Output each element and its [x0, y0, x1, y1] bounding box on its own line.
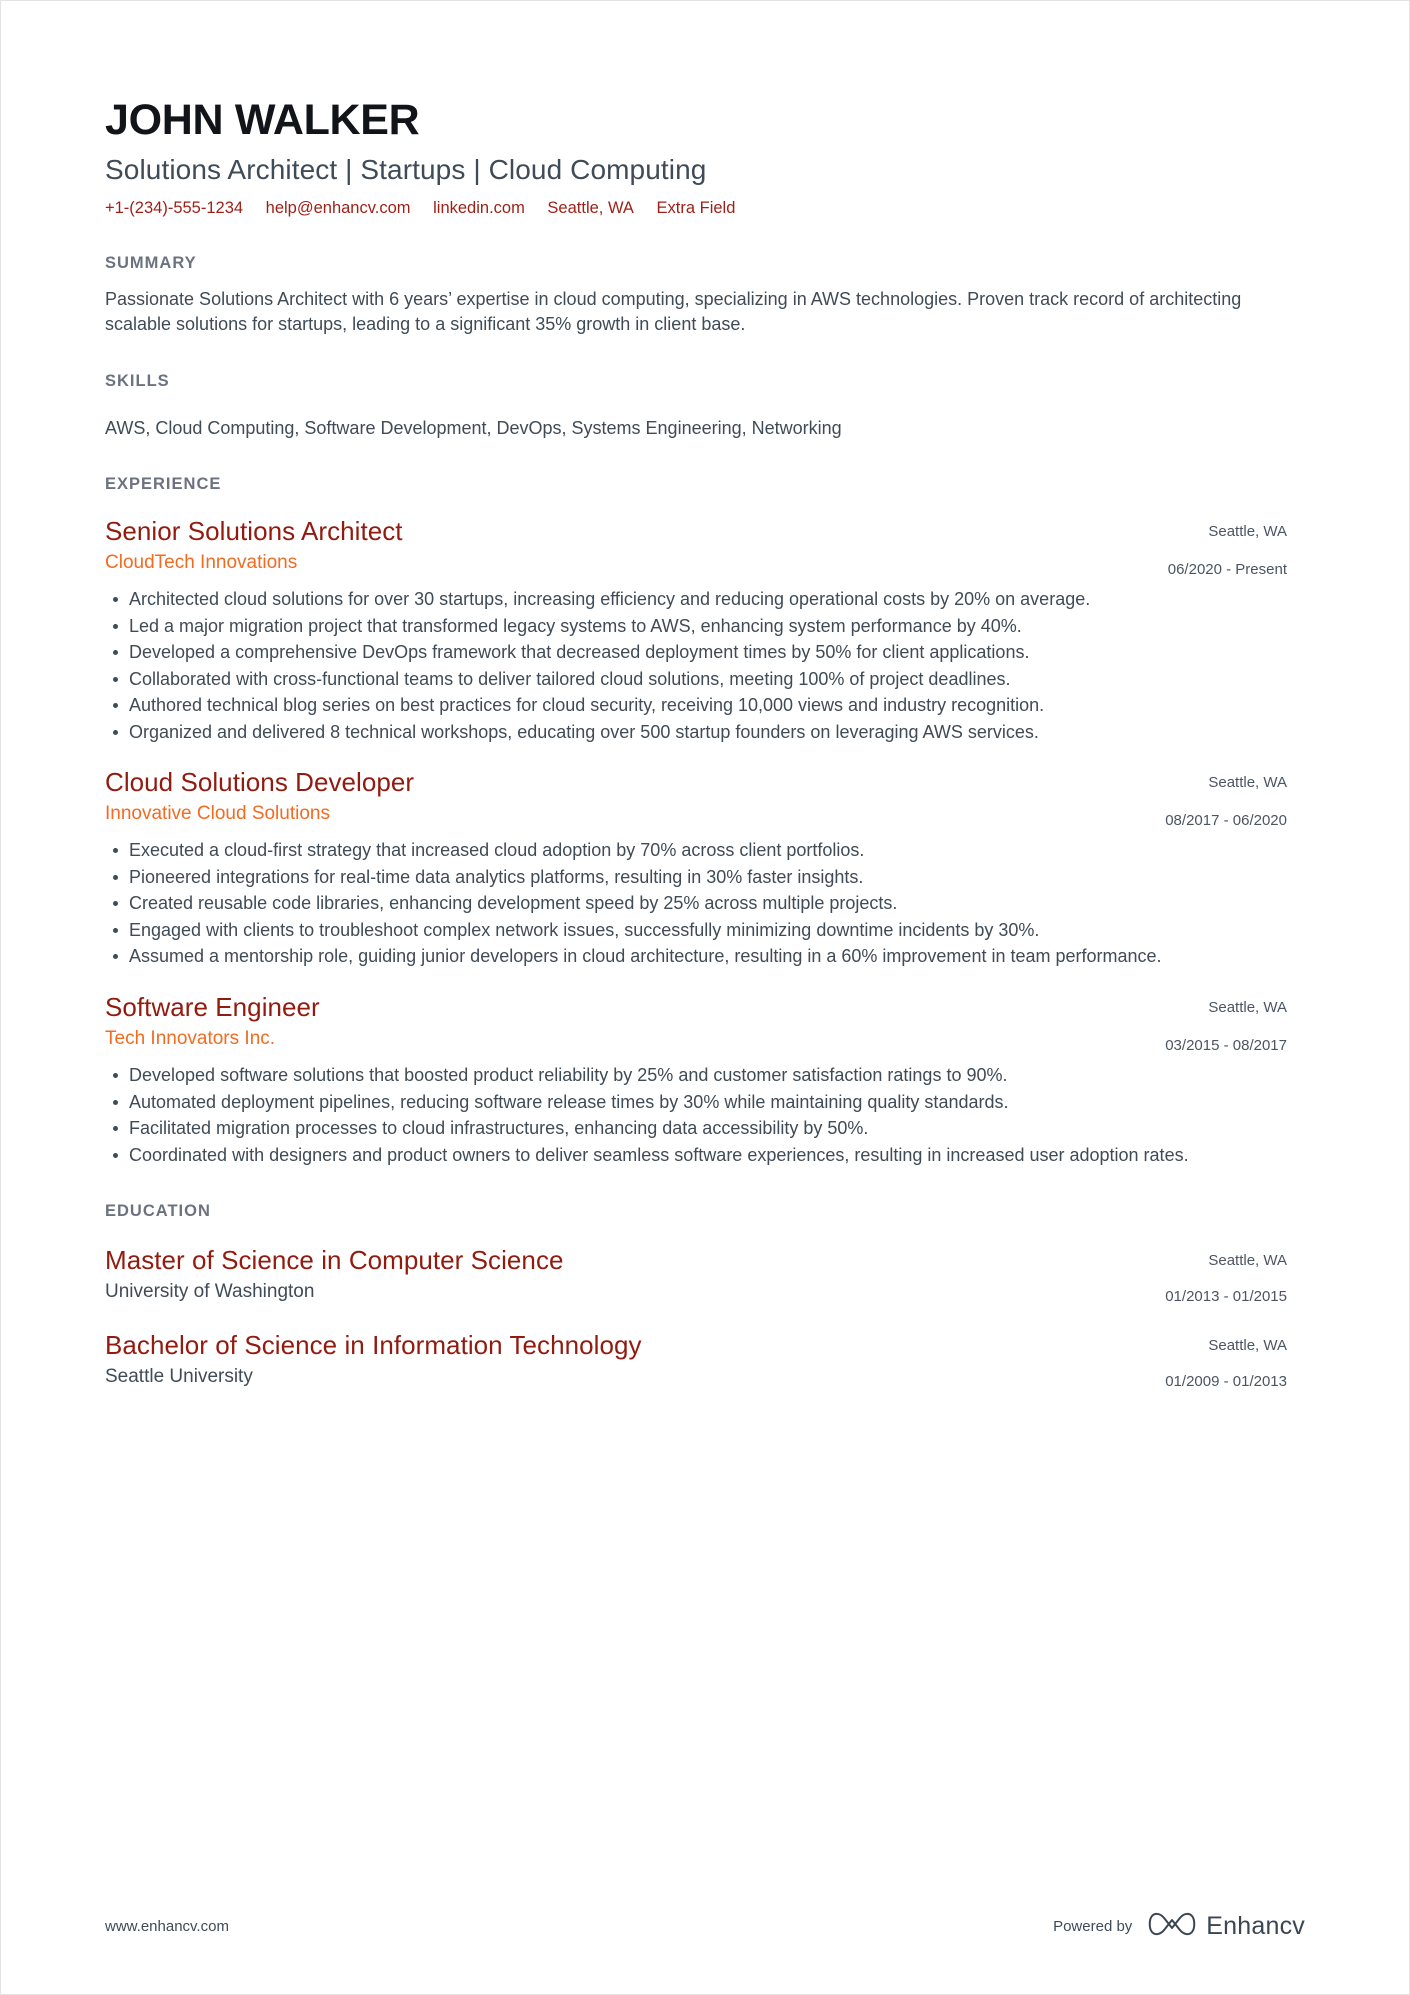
company-name: CloudTech Innovations — [105, 551, 298, 573]
skills-list: AWS, Cloud Computing, Software Developme… — [105, 417, 842, 438]
powered-by-label: Powered by — [1053, 1918, 1133, 1935]
degree-title: Bachelor of Science in Information Techn… — [105, 1330, 642, 1361]
experience-entry-meta: Seattle, WA 03/2015 - 08/2017 — [1141, 992, 1287, 1055]
contact-location: Seattle, WA — [547, 198, 634, 217]
school-location: Seattle, WA — [1208, 1337, 1287, 1355]
job-bullet: Organized and delivered 8 technical work… — [105, 720, 1287, 746]
job-title: Software Engineer — [105, 992, 320, 1023]
education-entry-meta: Seattle, WA 01/2013 - 01/2015 — [1141, 1245, 1287, 1306]
section-skills: SKILLS AWS, Cloud Computing, Software De… — [105, 372, 1287, 441]
contact-linkedin[interactable]: linkedin.com — [433, 197, 525, 220]
education-entry: Bachelor of Science in Information Techn… — [105, 1330, 1287, 1391]
job-title: Senior Solutions Architect — [105, 516, 403, 547]
job-location: Seattle, WA — [1208, 999, 1287, 1017]
job-bullet: Architected cloud solutions for over 30 … — [105, 587, 1287, 613]
education-entry-head: Master of Science in Computer Science Un… — [105, 1245, 1287, 1306]
experience-entry-left: Senior Solutions Architect CloudTech Inn… — [105, 516, 1144, 574]
job-location: Seattle, WA — [1208, 774, 1287, 792]
job-bullet: Facilitated migration processes to cloud… — [105, 1116, 1287, 1142]
experience-entry-head: Senior Solutions Architect CloudTech Inn… — [105, 516, 1287, 579]
education-entry-meta: Seattle, WA 01/2009 - 01/2013 — [1141, 1330, 1287, 1391]
enhancv-infinity-logo-icon — [1148, 1910, 1196, 1943]
experience-entry: Senior Solutions Architect CloudTech Inn… — [105, 516, 1287, 745]
degree-title: Master of Science in Computer Science — [105, 1245, 564, 1276]
experience-entry: Cloud Solutions Developer Innovative Clo… — [105, 767, 1287, 970]
experience-entry: Software Engineer Tech Innovators Inc. S… — [105, 992, 1287, 1168]
section-experience: EXPERIENCE Senior Solutions Architect Cl… — [105, 475, 1287, 1168]
resume-content: JOHN WALKER Solutions Architect | Startu… — [105, 0, 1287, 1391]
contact-email[interactable]: help@enhancv.com — [266, 197, 411, 220]
job-bullet: Engaged with clients to troubleshoot com… — [105, 918, 1287, 944]
candidate-headline: Solutions Architect | Startups | Cloud C… — [105, 154, 707, 186]
job-dates: 06/2020 - Present — [1167, 560, 1287, 578]
job-bullets: Executed a cloud-first strategy that inc… — [105, 838, 1287, 970]
school-location: Seattle, WA — [1208, 1252, 1287, 1270]
school-name: Seattle University — [105, 1365, 253, 1387]
job-dates: 08/2017 - 06/2020 — [1165, 811, 1287, 829]
education-entry-left: Bachelor of Science in Information Techn… — [105, 1330, 1141, 1388]
company-name: Innovative Cloud Solutions — [105, 802, 330, 824]
experience-entry-meta: Seattle, WA 06/2020 - Present — [1144, 516, 1287, 579]
page-footer: www.enhancv.com Powered by Enhancv — [105, 1910, 1305, 1943]
section-title-skills: SKILLS — [105, 371, 170, 390]
job-bullet: Led a major migration project that trans… — [105, 614, 1287, 640]
contact-phone[interactable]: +1-(234)-555-1234 — [105, 197, 243, 220]
enhancv-brand: Enhancv — [1148, 1910, 1305, 1943]
company-name: Tech Innovators Inc. — [105, 1027, 276, 1049]
job-bullets: Developed software solutions that booste… — [105, 1063, 1287, 1168]
job-bullet: Developed software solutions that booste… — [105, 1063, 1287, 1089]
experience-entry-left: Cloud Solutions Developer Innovative Clo… — [105, 767, 1141, 825]
job-bullet: Collaborated with cross-functional teams… — [105, 667, 1287, 693]
job-bullet: Executed a cloud-first strategy that inc… — [105, 838, 1287, 864]
section-education: EDUCATION Master of Science in Computer … — [105, 1202, 1287, 1391]
job-bullets: Architected cloud solutions for over 30 … — [105, 587, 1287, 745]
section-title-experience: EXPERIENCE — [105, 475, 222, 494]
powered-by-block: Powered by Enhancv — [1053, 1910, 1305, 1943]
job-bullet: Authored technical blog series on best p… — [105, 693, 1287, 719]
job-bullet: Created reusable code libraries, enhanci… — [105, 891, 1287, 917]
candidate-name: JOHN WALKER — [105, 96, 420, 144]
experience-entry-meta: Seattle, WA 08/2017 - 06/2020 — [1141, 767, 1287, 830]
school-dates: 01/2009 - 01/2013 — [1165, 1372, 1287, 1390]
section-summary: SUMMARY Passionate Solutions Architect w… — [105, 254, 1287, 338]
job-title: Cloud Solutions Developer — [105, 767, 415, 798]
school-dates: 01/2013 - 01/2015 — [1165, 1287, 1287, 1305]
section-title-education: EDUCATION — [105, 1202, 211, 1221]
experience-entry-left: Software Engineer Tech Innovators Inc. — [105, 992, 1141, 1050]
job-bullet: Automated deployment pipelines, reducing… — [105, 1090, 1287, 1116]
contact-row: +1-(234)-555-1234 help@enhancv.com linke… — [105, 197, 1287, 220]
job-bullet: Developed a comprehensive DevOps framewo… — [105, 640, 1287, 666]
job-location: Seattle, WA — [1208, 523, 1287, 541]
enhancv-brand-name: Enhancv — [1206, 1912, 1305, 1940]
section-title-summary: SUMMARY — [105, 253, 197, 272]
education-entry-head: Bachelor of Science in Information Techn… — [105, 1330, 1287, 1391]
job-dates: 03/2015 - 08/2017 — [1165, 1036, 1287, 1054]
summary-text: Passionate Solutions Architect with 6 ye… — [105, 288, 1242, 335]
education-entry: Master of Science in Computer Science Un… — [105, 1245, 1287, 1306]
experience-entry-head: Cloud Solutions Developer Innovative Clo… — [105, 767, 1287, 830]
job-bullet: Pioneered integrations for real-time dat… — [105, 865, 1287, 891]
education-entry-left: Master of Science in Computer Science Un… — [105, 1245, 1141, 1303]
experience-entry-head: Software Engineer Tech Innovators Inc. S… — [105, 992, 1287, 1055]
school-name: University of Washington — [105, 1280, 315, 1302]
job-bullet: Coordinated with designers and product o… — [105, 1143, 1287, 1169]
job-bullet: Assumed a mentorship role, guiding junio… — [105, 944, 1287, 970]
footer-website-url[interactable]: www.enhancv.com — [105, 1918, 229, 1935]
resume-page: JOHN WALKER Solutions Architect | Startu… — [0, 0, 1410, 1995]
contact-extra-field: Extra Field — [656, 198, 736, 217]
resume-header: JOHN WALKER Solutions Architect | Startu… — [105, 96, 1287, 220]
